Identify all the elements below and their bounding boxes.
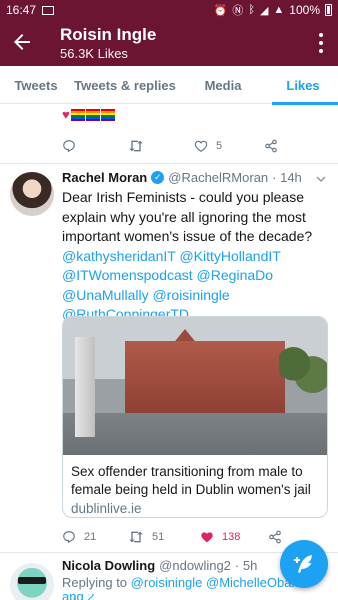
replying-to-line: Replying to @roisiningle @MichelleObama xyxy=(62,575,310,590)
status-bar: 16:47 ⏰ Ⓝ ᛒ ◢ ▲ 100% xyxy=(0,0,338,20)
tweet-text-line: explain why you're all ignoring the most xyxy=(62,208,306,225)
retweet-icon xyxy=(129,531,143,543)
reply-button[interactable]: 21 xyxy=(62,530,128,544)
share-button[interactable] xyxy=(264,139,278,153)
author-name[interactable]: Nicola Dowling xyxy=(62,558,155,573)
replying-to-more[interactable]: and 2 others xyxy=(62,594,122,600)
author-handle: @ndowling2 xyxy=(159,558,231,573)
battery-icon xyxy=(325,4,332,16)
author-name[interactable]: Rachel Moran xyxy=(62,170,147,185)
likes-count-subtitle: 56.3K Likes xyxy=(60,46,128,61)
heart-filled-icon xyxy=(201,532,213,543)
reply-icon xyxy=(63,140,75,153)
avatar[interactable] xyxy=(10,563,54,600)
alarm-icon: ⏰ xyxy=(213,4,228,17)
share-icon xyxy=(269,530,281,544)
back-arrow-icon[interactable] xyxy=(10,30,34,54)
tweet-text: Dear Irish Feminists - could you please … xyxy=(62,188,330,325)
rainbow-flag-icon xyxy=(70,109,85,121)
retweet-button[interactable] xyxy=(128,139,194,153)
previous-tweet-actions: 5 xyxy=(62,137,292,155)
status-icons: ⏰ Ⓝ ᛒ ◢ ▲ 100% xyxy=(214,2,332,18)
like-count: 138 xyxy=(222,531,241,543)
tweet-text-line: Dear Irish Feminists - could you please xyxy=(62,189,304,205)
tab-media[interactable]: Media xyxy=(178,66,268,104)
mention-line[interactable]: @ITWomenspodcast @ReginaDo xyxy=(62,266,330,286)
link-card-domain: dublinlive.ie xyxy=(71,501,142,516)
replying-to-mentions[interactable]: @roisiningle @MichelleObama xyxy=(131,575,310,590)
wifi-icon: ◢ xyxy=(259,4,269,17)
tweet-time: · 14h xyxy=(272,170,302,185)
tab-tweets[interactable]: Tweets xyxy=(0,66,72,104)
heart-icon xyxy=(194,140,208,152)
like-button[interactable]: 138 xyxy=(200,530,268,544)
scroll-clip xyxy=(62,104,102,107)
chevron-down-icon[interactable] xyxy=(316,174,326,184)
overflow-menu-icon[interactable] xyxy=(318,33,324,53)
link-card-title: Sex offender transitioning from male to … xyxy=(71,464,311,497)
mention-line[interactable]: @UnaMullally @roisiningle xyxy=(62,286,330,306)
previous-tweet-emojis: ♥ xyxy=(62,106,115,124)
compose-feather-icon xyxy=(294,555,312,573)
like-count: 5 xyxy=(216,140,223,152)
tweet-divider xyxy=(0,163,338,164)
tweet-time: · 5h xyxy=(234,558,258,573)
profile-name-title: Roisin Ingle xyxy=(60,25,157,44)
retweet-icon xyxy=(129,140,143,152)
verified-badge-icon: ✓ xyxy=(151,171,165,184)
reply-icon xyxy=(63,531,75,544)
author-handle: @RachelRMoran xyxy=(168,170,269,185)
reply-button[interactable] xyxy=(62,139,128,153)
retweet-button[interactable]: 51 xyxy=(128,530,200,544)
reply-count: 21 xyxy=(84,531,97,543)
mention-line[interactable]: @kathysheridanIT @KittyHollandIT xyxy=(62,247,330,267)
rainbow-flag-icon xyxy=(85,109,100,121)
app-bar: Roisin Ingle 56.3K Likes xyxy=(0,20,338,66)
replying-to-label: Replying to xyxy=(62,575,128,590)
avatar[interactable] xyxy=(10,172,54,216)
like-button[interactable]: 5 xyxy=(194,139,264,153)
share-button[interactable] xyxy=(268,530,282,544)
nfc-icon: Ⓝ xyxy=(232,5,244,17)
compose-tweet-button[interactable] xyxy=(280,540,328,588)
rainbow-flag-icon xyxy=(100,109,115,121)
link-card[interactable]: Sex offender transitioning from male to … xyxy=(62,316,328,518)
tweet-actions: 21 51 138 xyxy=(62,528,292,546)
tweet-header: Rachel Moran ✓ @RachelRMoran · 14h xyxy=(62,170,302,185)
bluetooth-icon: ᛒ xyxy=(248,4,255,16)
status-time: 16:47 xyxy=(6,3,37,17)
notification-app-icon xyxy=(42,5,55,15)
battery-percent: 100% xyxy=(289,3,320,17)
tab-tweets-and-replies[interactable]: Tweets & replies xyxy=(72,66,178,104)
heart-emoji-icon: ♥ xyxy=(62,107,70,122)
link-card-image xyxy=(63,317,327,455)
signal-icon: ▲ xyxy=(273,4,285,16)
tab-likes[interactable]: Likes xyxy=(268,66,338,105)
retweet-count: 51 xyxy=(152,531,165,543)
share-icon xyxy=(265,139,277,153)
next-tweet-header: Nicola Dowling @ndowling2 · 5h xyxy=(62,558,257,573)
profile-tabs: Tweets Tweets & replies Media Likes xyxy=(0,66,338,105)
tweet-text-line: important women's issue of the decade? xyxy=(62,228,313,244)
